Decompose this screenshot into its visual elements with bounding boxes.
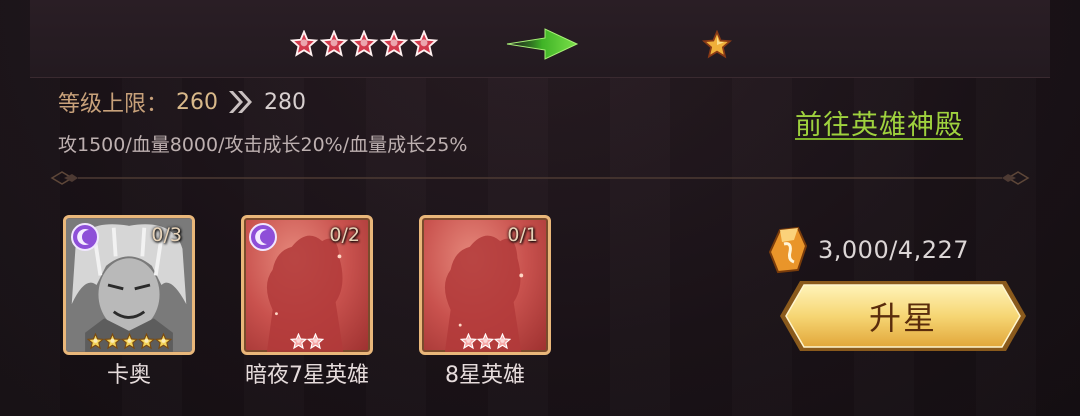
material-card-silhouette[interactable]: 0/1 [419,215,551,355]
material-star-rating [422,333,548,350]
moon-faction-icon [71,223,99,251]
star-icon [350,30,378,57]
next-star-icon [702,30,732,59]
upgrade-arrow-icon [506,28,579,60]
star-icon [290,333,307,350]
upgrade-star-button[interactable]: 升星 [778,279,1028,353]
level-cap-row: 等级上限： 260 280 [58,86,306,118]
material-count: 0/1 [507,224,538,246]
star-icon [103,333,121,350]
material-card-hero[interactable]: 0/3 [63,215,195,355]
moon-faction-icon [249,223,277,251]
star-icon [120,333,138,350]
ornamental-divider [50,171,1030,185]
material-count: 0/3 [151,224,182,246]
goto-hero-temple-link[interactable]: 前往英雄神殿 [795,103,963,142]
level-cap-to: 280 [264,89,307,115]
star-icon [86,333,104,350]
material-name: 暗夜7星英雄 [245,363,369,388]
cost-amount: 3,000/4,227 [818,236,969,264]
material-star-rating [66,333,192,350]
material-star-rating [244,333,370,350]
upgrade-star-button-label: 升星 [868,299,937,337]
material-card-silhouette[interactable]: 0/2 [241,215,373,355]
upgrade-cost: 3,000/4,227 [768,226,969,274]
material-count: 0/2 [329,224,360,246]
star-icon [137,333,155,350]
level-cap-label: 等级上限： [58,92,169,117]
star-icon [476,333,494,350]
star-icon [320,30,348,57]
current-star-rating [290,30,438,58]
material-name: 8星英雄 [445,363,525,388]
star-icon [459,333,477,350]
star-icon [307,333,324,350]
star-icon [290,30,318,57]
star-icon [493,333,511,350]
star-icon [380,30,408,57]
double-chevron-right-icon [229,91,253,113]
material-name: 卡奥 [106,363,151,388]
star-icon [410,30,438,57]
star-icon [154,333,172,350]
stats-bonus-text: 攻1500/血量8000/攻击成长20%/血量成长25% [58,134,468,156]
rune-stone-icon [768,226,808,274]
level-cap-from: 260 [176,89,219,115]
